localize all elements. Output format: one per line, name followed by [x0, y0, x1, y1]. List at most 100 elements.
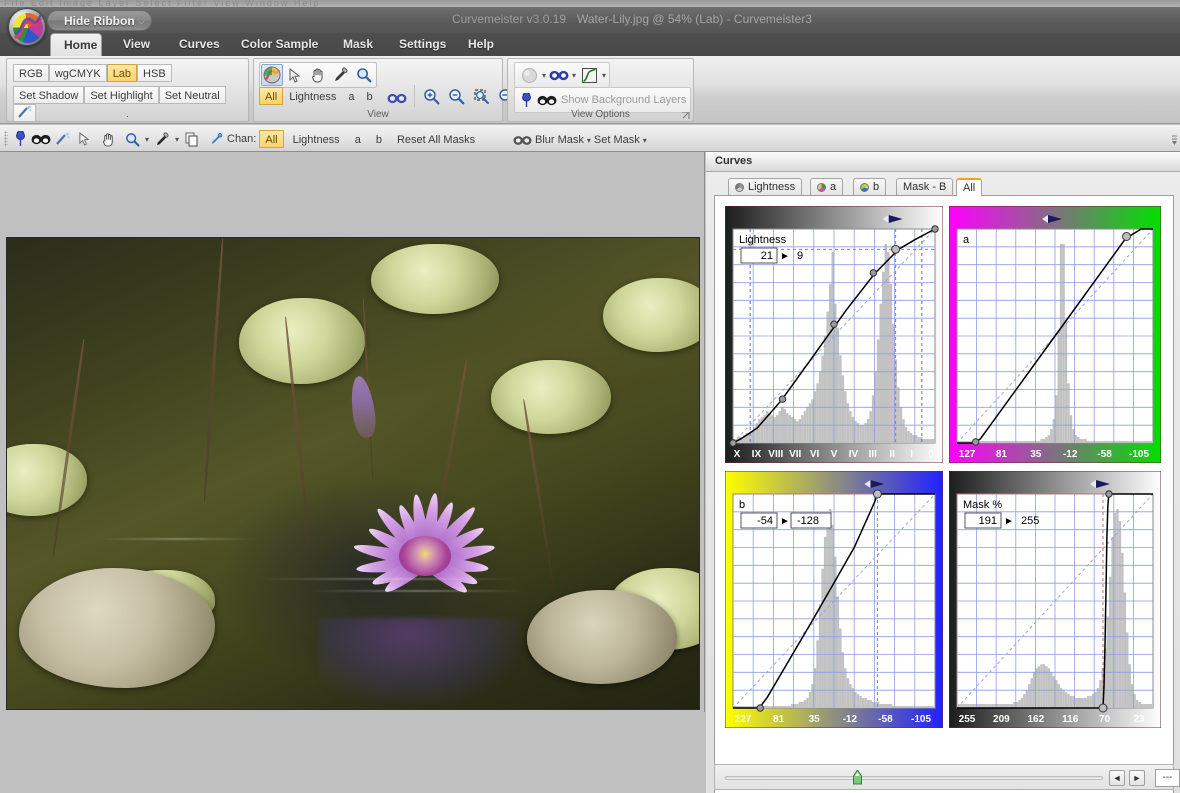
eyedropper-icon[interactable]	[151, 128, 173, 150]
curve-chart-b[interactable]: 127 81 35 -12 -58 -105 b -54 ► -128	[725, 471, 943, 728]
toolbar-channel-a-button[interactable]: a	[349, 130, 367, 148]
curve-control-point-selected[interactable]	[872, 489, 882, 499]
curve-next-button[interactable]: ►	[1129, 770, 1145, 786]
curve-chart-mask[interactable]: 255 209 162 116 70 23 Mask % 191 ► 255	[949, 471, 1161, 728]
view-channel-a-button[interactable]: a	[342, 87, 360, 105]
colorspace-hsb-button[interactable]: HSB	[137, 64, 172, 82]
tab-color-sample[interactable]: Color Sample	[228, 33, 331, 56]
canvas-empty-space	[0, 712, 705, 793]
image-canvas-area[interactable]	[0, 152, 705, 793]
curvemeister-orb-icon[interactable]	[261, 64, 283, 86]
curve-cell-mask[interactable]: 255 209 162 116 70 23 Mask % 191 ► 255	[949, 471, 1161, 728]
curve-scroll-slider[interactable]	[725, 776, 1103, 780]
curve-control-point[interactable]	[830, 320, 838, 328]
curve-control-point-selected[interactable]	[1122, 231, 1132, 241]
curves-panel-title: Curves	[706, 152, 1180, 172]
view-channel-lightness-button[interactable]: Lightness	[283, 87, 342, 105]
zoom-in-icon[interactable]	[420, 85, 442, 107]
view-channel-all-button[interactable]: All	[259, 87, 284, 105]
curve-control-point[interactable]	[931, 225, 939, 233]
hide-ribbon-button[interactable]: Hide Ribbon	[47, 10, 152, 31]
goggles-icon[interactable]	[30, 128, 51, 150]
curve-control-point[interactable]	[729, 439, 737, 447]
eyedropper-dropdown-caret-icon[interactable]: ▾	[175, 135, 179, 144]
pin-icon[interactable]	[13, 128, 28, 150]
arrow-cursor-icon[interactable]	[284, 64, 306, 86]
magic-wand-icon[interactable]	[53, 128, 71, 150]
reset-all-masks-button[interactable]: Reset All Masks	[391, 130, 481, 148]
value-readout[interactable]: -54 ► -128	[740, 512, 832, 529]
curve-dropdown-caret-icon[interactable]: ▾	[602, 71, 606, 80]
zoom-fit-icon[interactable]	[470, 85, 492, 107]
svg-text:VI: VI	[810, 449, 820, 460]
mask-goggles-icon[interactable]	[386, 87, 408, 109]
curve-chart-a[interactable]: 127 81 35 -12 -58 -105 a	[949, 206, 1161, 463]
curve-control-point-selected[interactable]	[891, 244, 901, 254]
curves-tab-mask-b[interactable]: Mask - B	[896, 178, 954, 196]
a-channel-swatch-icon	[817, 183, 826, 192]
set-mask-caret-icon[interactable]: ▾	[643, 136, 647, 145]
colorspace-wgcmyk-button[interactable]: wgCMYK	[48, 64, 107, 82]
sphere-dropdown-caret-icon[interactable]: ▾	[542, 71, 546, 80]
show-background-layers-label[interactable]: Show Background Layers	[561, 94, 686, 106]
curve-cell-a[interactable]: 127 81 35 -12 -58 -105 a	[949, 206, 1161, 463]
sphere-preview-icon[interactable]	[518, 64, 540, 86]
lily-pad	[491, 360, 611, 434]
curves-tab-lightness[interactable]: Lightness	[728, 178, 803, 196]
toolbar-overflow-icon[interactable]	[1172, 132, 1177, 145]
set-shadow-button[interactable]: Set Shadow	[13, 86, 85, 104]
toolbar-channel-all-button[interactable]: All	[259, 130, 284, 148]
tab-view[interactable]: View	[110, 33, 163, 56]
curve-control-point[interactable]	[756, 704, 764, 712]
blur-mask-button[interactable]: Blur Mask	[535, 134, 584, 146]
mask-goggles-blue-icon[interactable]	[548, 64, 570, 86]
curves-tab-b[interactable]: b	[853, 178, 887, 196]
curve-control-point[interactable]	[1105, 490, 1113, 498]
curve-cell-b[interactable]: 127 81 35 -12 -58 -105 b -54 ► -128	[725, 471, 943, 728]
arrow-cursor-icon[interactable]	[73, 128, 95, 150]
curve-control-point[interactable]	[869, 269, 878, 277]
dialog-launcher-icon[interactable]	[682, 112, 690, 120]
tab-curves[interactable]: Curves	[166, 33, 233, 56]
set-highlight-button[interactable]: Set Highlight	[84, 86, 159, 104]
tab-settings[interactable]: Settings	[386, 33, 459, 56]
eyedropper-icon[interactable]	[330, 64, 352, 86]
view-channel-b-button[interactable]: b	[360, 87, 378, 105]
set-mask-button[interactable]: Set Mask	[594, 134, 640, 146]
curve-control-point-selected[interactable]	[1098, 703, 1108, 713]
magnifier-icon[interactable]	[121, 128, 143, 150]
curve-prev-button[interactable]: ◄	[1109, 770, 1125, 786]
tab-home[interactable]: Home	[50, 33, 102, 56]
colorspace-rgb-button[interactable]: RGB	[13, 64, 49, 82]
curve-cell-lightness[interactable]: X IX VIII VII VI V IV III II I 0 Lightness 21 ► 9	[725, 206, 943, 463]
hand-pan-icon[interactable]	[97, 128, 119, 150]
blur-mask-caret-icon[interactable]: ▾	[587, 136, 591, 145]
magnifier-icon[interactable]	[353, 64, 375, 86]
zoom-out-icon[interactable]	[445, 85, 467, 107]
curve-control-point[interactable]	[971, 438, 980, 446]
tab-help[interactable]: Help	[455, 33, 507, 56]
curve-graph-icon[interactable]	[578, 64, 600, 86]
toolbar-channel-lightness-button[interactable]: Lightness	[287, 130, 346, 148]
quick-access-caret-icon[interactable]: ⌵	[138, 16, 145, 27]
set-neutral-button[interactable]: Set Neutral	[158, 86, 226, 104]
curve-scroll-thumb[interactable]	[853, 770, 862, 785]
title-bar: Hide Ribbon ⌵ Curvemeister v3.0.19 Water…	[0, 7, 1180, 46]
curve-more-button[interactable]: ---	[1155, 769, 1180, 787]
curve-control-point[interactable]	[778, 395, 787, 403]
curves-tab-a[interactable]: a	[810, 178, 844, 196]
mask-dropdown-caret-icon[interactable]: ▾	[572, 71, 576, 80]
magnifier-dropdown-caret-icon[interactable]: ▾	[145, 135, 149, 144]
curves-tab-all[interactable]: All	[956, 178, 983, 196]
curve-chart-lightness[interactable]: X IX VIII VII VI V IV III II I 0Lightness21 ► 9	[725, 206, 943, 463]
hand-pan-icon[interactable]	[307, 64, 329, 86]
toolbar-grip[interactable]	[4, 131, 8, 147]
copy-icon[interactable]	[181, 128, 203, 150]
colorspace-lab-button[interactable]: Lab	[106, 64, 138, 82]
pipette-icon[interactable]	[205, 128, 227, 150]
water-lily-photograph[interactable]	[6, 237, 700, 710]
toolbar-channel-b-button[interactable]: b	[370, 130, 388, 148]
tab-mask[interactable]: Mask	[330, 33, 386, 56]
curvemeister-orb-icon[interactable]	[8, 8, 46, 46]
mask-goggles-icon[interactable]	[512, 129, 532, 151]
